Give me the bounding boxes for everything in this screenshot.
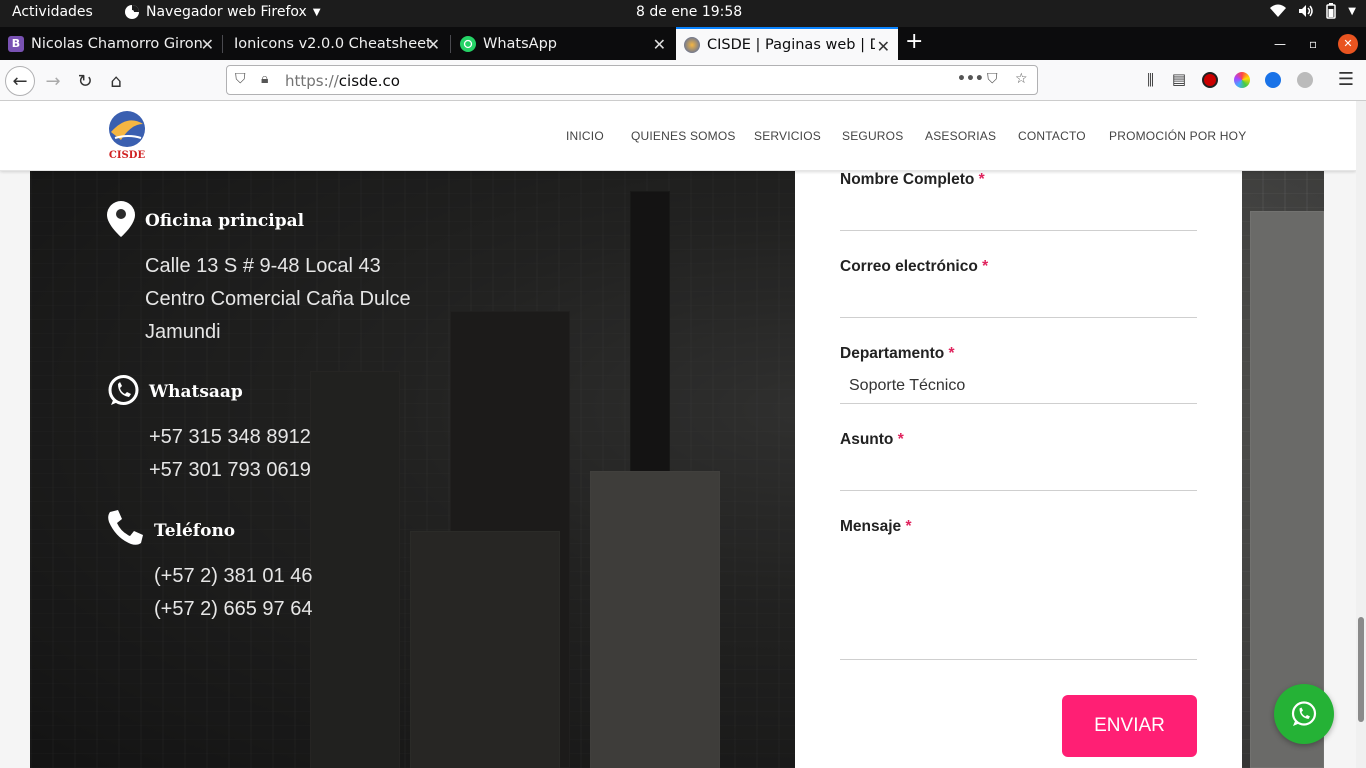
nav-promocion[interactable]: PROMOCIÓN POR HOY bbox=[1109, 129, 1246, 143]
bookmark-star-icon[interactable]: ☆ bbox=[1015, 71, 1028, 87]
maximize-button[interactable]: ▫ bbox=[1309, 27, 1317, 60]
pocket-icon[interactable]: ⛉ bbox=[987, 71, 998, 87]
home-button[interactable]: ⌂ bbox=[101, 66, 131, 96]
tab-strip: B Nicolas Chamorro Giron ✕ Ionicons v2.0… bbox=[0, 27, 1366, 60]
office-title: Oficina principal bbox=[145, 211, 305, 231]
extension-gray-icon[interactable] bbox=[1297, 72, 1313, 88]
tab-label: WhatsApp bbox=[483, 35, 557, 52]
whatsapp-title: Whatsaap bbox=[149, 382, 243, 402]
cisde-favicon bbox=[684, 36, 700, 53]
tab-label: Nicolas Chamorro Giron bbox=[31, 35, 203, 52]
message-textarea[interactable] bbox=[840, 659, 1197, 660]
tab-cisde[interactable]: CISDE | Paginas web | Dis ✕ bbox=[676, 27, 898, 60]
tab-separator bbox=[450, 35, 451, 53]
phone-number[interactable]: (+57 2) 381 01 46 bbox=[154, 565, 312, 588]
url-bar[interactable]: ⛉ 🔒︎ https://cisde.co ••• ⛉ ☆ bbox=[226, 65, 1038, 95]
library-icon[interactable]: ⫼ bbox=[1147, 71, 1154, 89]
department-label: Departamento * bbox=[840, 345, 955, 362]
chevron-down-icon: ▼ bbox=[312, 6, 321, 18]
new-tab-button[interactable]: + bbox=[905, 29, 923, 54]
email-field[interactable] bbox=[840, 317, 1197, 318]
volume-icon bbox=[1299, 5, 1314, 17]
nav-servicios[interactable]: SERVICIOS bbox=[754, 129, 821, 143]
battery-icon bbox=[1326, 3, 1337, 19]
close-icon[interactable]: ✕ bbox=[653, 35, 666, 54]
tab-whatsapp[interactable]: WhatsApp ✕ bbox=[452, 27, 674, 60]
name-field[interactable] bbox=[840, 230, 1197, 231]
web-page: CISDE INICIO QUIENES SOMOS SERVICIOS SEG… bbox=[0, 101, 1356, 768]
window-close-button[interactable]: ✕ bbox=[1338, 27, 1358, 60]
nav-quienes-somos[interactable]: QUIENES SOMOS bbox=[631, 129, 736, 143]
tab-separator bbox=[222, 35, 223, 53]
url-text[interactable]: https://cisde.co bbox=[285, 72, 400, 90]
reload-icon: ↻ bbox=[77, 70, 93, 92]
arrow-left-icon: ← bbox=[12, 70, 28, 92]
nav-inicio[interactable]: INICIO bbox=[566, 129, 604, 143]
lock-icon[interactable]: 🔒︎ bbox=[261, 71, 268, 87]
scrollbar-thumb[interactable] bbox=[1358, 617, 1364, 722]
email-label: Correo electrónico * bbox=[840, 258, 989, 275]
color-picker-icon[interactable] bbox=[1234, 72, 1250, 88]
map-pin-icon bbox=[107, 201, 135, 237]
wifi-icon bbox=[1270, 4, 1287, 17]
close-icon[interactable]: ✕ bbox=[427, 35, 440, 54]
department-select[interactable]: Soporte Técnico bbox=[849, 377, 965, 395]
office-address-line: Calle 13 S # 9-48 Local 43 bbox=[145, 255, 381, 277]
phone-number[interactable]: (+57 2) 665 97 64 bbox=[154, 598, 312, 621]
nav-seguros[interactable]: SEGUROS bbox=[842, 129, 903, 143]
contact-form: Nombre Completo * Correo electrónico * D… bbox=[795, 171, 1242, 768]
whatsapp-icon bbox=[108, 375, 139, 405]
tab-ionicons[interactable]: Ionicons v2.0.0 Cheatsheet ✕ bbox=[226, 27, 448, 60]
firefox-app-icon bbox=[125, 5, 139, 19]
tab-label: CISDE | Paginas web | Dis bbox=[707, 36, 875, 53]
app-menu[interactable]: Navegador web Firefox ▼ bbox=[124, 4, 321, 20]
back-button[interactable]: ← bbox=[5, 66, 35, 96]
office-address-line: Centro Comercial Caña Dulce bbox=[145, 288, 411, 310]
close-icon: ✕ bbox=[1338, 33, 1358, 54]
shield-icon[interactable]: ⛉ bbox=[235, 71, 246, 87]
phone-title: Teléfono bbox=[154, 521, 236, 541]
tab-label: Ionicons v2.0.0 Cheatsheet bbox=[234, 35, 432, 52]
close-icon[interactable]: ✕ bbox=[877, 37, 890, 56]
arrow-right-icon: → bbox=[45, 70, 61, 92]
reload-button[interactable]: ↻ bbox=[70, 66, 100, 96]
app-menu-label: Navegador web Firefox bbox=[146, 4, 307, 20]
subject-label: Asunto * bbox=[840, 431, 904, 448]
extension-icon[interactable] bbox=[1202, 72, 1218, 88]
subject-field[interactable] bbox=[840, 490, 1197, 491]
name-label: Nombre Completo * bbox=[840, 171, 985, 188]
forward-button[interactable]: → bbox=[38, 66, 68, 96]
whatsapp-number[interactable]: +57 315 348 8912 bbox=[149, 426, 311, 449]
message-label: Mensaje * bbox=[840, 518, 912, 535]
activities-button[interactable]: Actividades bbox=[12, 4, 93, 20]
close-icon[interactable]: ✕ bbox=[201, 35, 214, 54]
hamburger-menu-icon[interactable]: ☰ bbox=[1338, 69, 1354, 90]
system-menu-chevron-icon: ▼ bbox=[1348, 5, 1356, 17]
whatsapp-icon bbox=[460, 35, 476, 52]
system-top-bar: Actividades Navegador web Firefox ▼ 8 de… bbox=[0, 0, 1366, 27]
extension-blue-icon[interactable] bbox=[1265, 72, 1281, 88]
nav-contacto[interactable]: CONTACTO bbox=[1018, 129, 1086, 143]
nav-toolbar: ← → ↻ ⌂ ⛉ 🔒︎ https://cisde.co ••• ⛉ ☆ ⫼ … bbox=[0, 60, 1366, 101]
sidebar-icon[interactable]: ▤ bbox=[1172, 70, 1186, 88]
site-header: CISDE INICIO QUIENES SOMOS SERVICIOS SEG… bbox=[0, 101, 1356, 171]
minimize-button[interactable]: — bbox=[1274, 27, 1286, 60]
svg-text:CISDE: CISDE bbox=[109, 150, 146, 160]
whatsapp-float-button[interactable] bbox=[1274, 684, 1334, 744]
page-scrollbar[interactable] bbox=[1356, 101, 1366, 768]
system-clock[interactable]: 8 de ene 19:58 bbox=[636, 4, 742, 20]
system-tray[interactable]: ▼ bbox=[1270, 3, 1356, 19]
whatsapp-icon bbox=[1291, 701, 1317, 726]
tab-nicolas[interactable]: B Nicolas Chamorro Giron ✕ bbox=[0, 27, 222, 60]
whatsapp-number[interactable]: +57 301 793 0619 bbox=[149, 459, 311, 482]
home-icon: ⌂ bbox=[110, 70, 122, 92]
nav-asesorias[interactable]: ASESORIAS bbox=[925, 129, 996, 143]
submit-button[interactable]: ENVIAR bbox=[1062, 695, 1197, 757]
office-address-line: Jamundi bbox=[145, 321, 221, 343]
phone-icon bbox=[108, 510, 143, 545]
page-actions-icon[interactable]: ••• bbox=[957, 71, 984, 87]
bootstrap-icon: B bbox=[8, 35, 24, 52]
department-underline bbox=[840, 403, 1197, 404]
cisde-logo[interactable]: CISDE bbox=[107, 110, 147, 161]
